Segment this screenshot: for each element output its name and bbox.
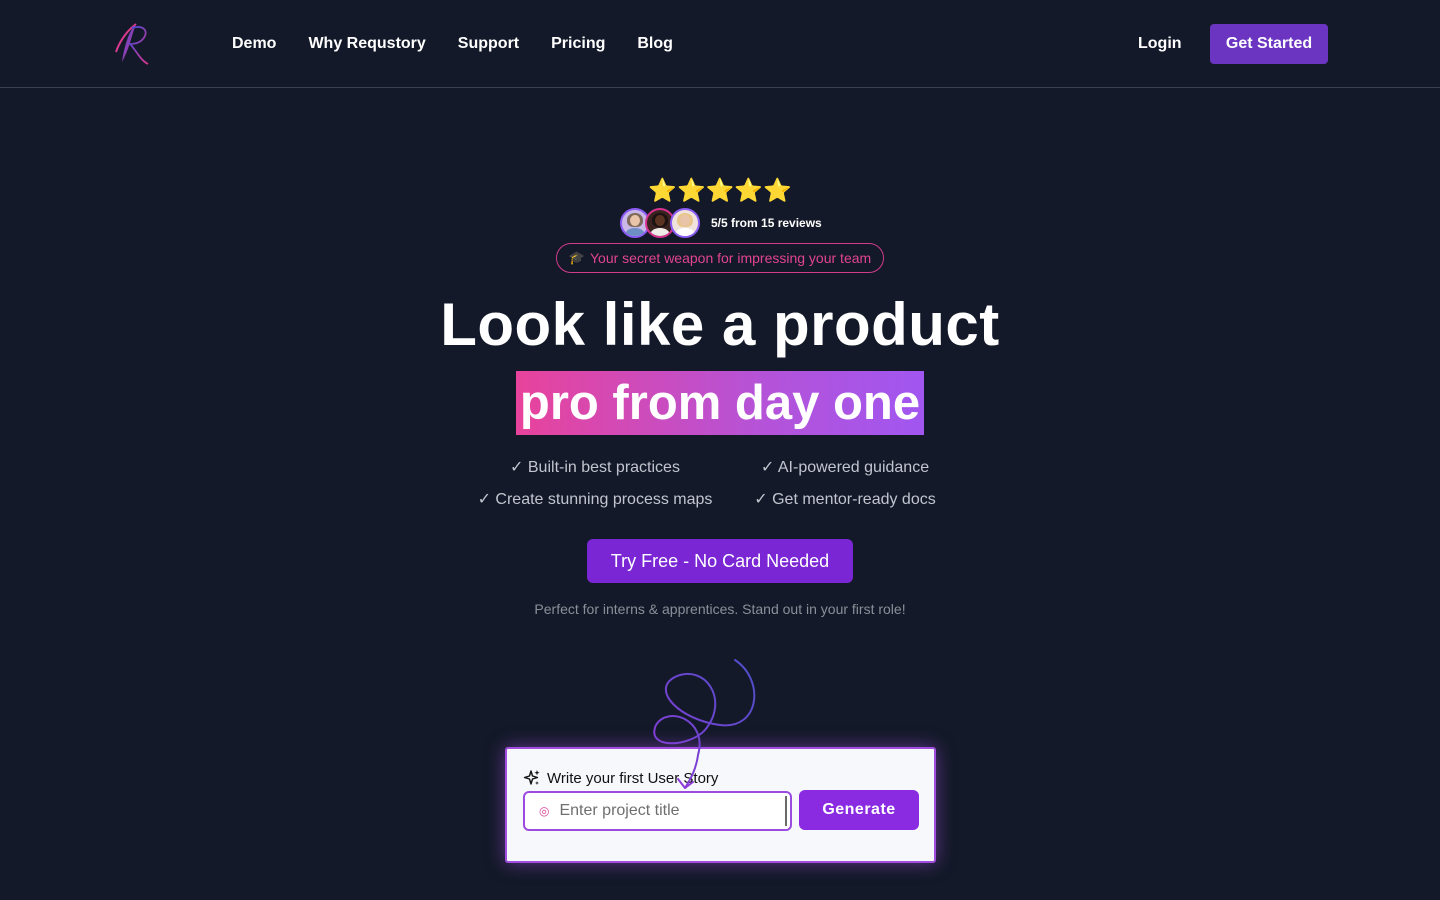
pill-text: Your secret weapon for impressing your t… — [590, 250, 872, 266]
sparkles-icon — [523, 770, 540, 785]
nav-support[interactable]: Support — [458, 34, 519, 54]
headline-highlight: pro from day one — [516, 371, 924, 435]
spiral-icon: ◎ — [539, 804, 550, 818]
nav-why-requstory[interactable]: Why Requstory — [308, 34, 425, 54]
project-title-field[interactable]: ◎ — [523, 791, 792, 831]
nav-demo[interactable]: Demo — [232, 34, 276, 54]
feature-item: ✓ AI-powered guidance — [760, 459, 930, 476]
feature-list: ✓ Built-in best practices ✓ AI-powered g… — [470, 458, 970, 510]
nav-pricing[interactable]: Pricing — [551, 34, 605, 54]
headline: Look like a product — [440, 291, 1000, 358]
get-started-button[interactable]: Get Started — [1210, 24, 1328, 64]
reviews-summary: 5/5 from 15 reviews — [620, 207, 822, 239]
site-header: Demo Why Requstory Support Pricing Blog … — [0, 0, 1440, 88]
hero-subtext: Perfect for interns & apprentices. Stand… — [534, 601, 906, 617]
feature-item: ✓ Get mentor-ready docs — [754, 491, 936, 508]
try-free-button[interactable]: Try Free - No Card Needed — [587, 539, 853, 583]
graduation-cap-icon: 🎓 — [568, 250, 585, 265]
main-nav: Demo Why Requstory Support Pricing Blog — [232, 34, 673, 54]
project-title-input[interactable] — [559, 802, 780, 820]
avatar — [670, 208, 700, 238]
feature-item: ✓ Create stunning process maps — [477, 491, 713, 508]
decorative-swirl-arrow — [653, 659, 756, 789]
nav-blog[interactable]: Blog — [637, 34, 673, 54]
login-link[interactable]: Login — [1138, 34, 1182, 54]
text-cursor — [785, 796, 787, 826]
requstory-logo[interactable] — [110, 18, 152, 68]
star-rating: ⭐⭐⭐⭐⭐ — [648, 177, 792, 203]
tagline-pill: 🎓 Your secret weapon for impressing your… — [556, 243, 884, 273]
generate-button[interactable]: Generate — [799, 790, 919, 830]
feature-item: ✓ Built-in best practices — [510, 459, 680, 476]
reviews-text: 5/5 from 15 reviews — [711, 216, 822, 230]
